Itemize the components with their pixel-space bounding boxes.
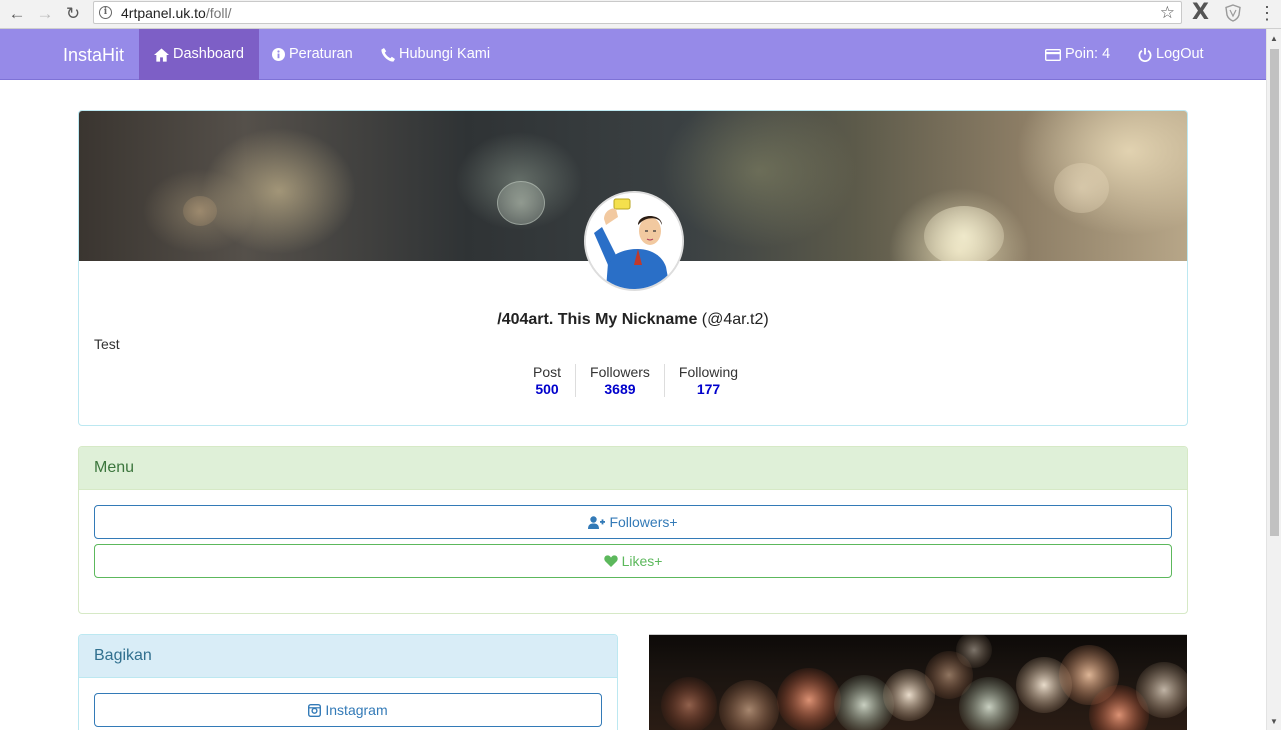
back-arrow-icon[interactable]: ← (6, 3, 28, 25)
browser-menu-icon[interactable]: ⋮ (1258, 2, 1276, 24)
top-navbar: InstaHit Dashboard Peraturan Hubungi Kam… (0, 29, 1266, 80)
scroll-up-icon[interactable]: ▲ (1270, 34, 1278, 43)
reload-icon[interactable]: ↻ (62, 3, 84, 25)
menu-panel: Menu Followers+ Likes+ (78, 446, 1188, 614)
menu-panel-title: Menu (79, 447, 1187, 490)
instagram-icon (308, 703, 322, 717)
profile-panel: /404art. This My Nickname (@4ar.t2) Test… (78, 110, 1188, 426)
share-panel: Bagikan Instagram (78, 634, 618, 730)
likes-plus-label: Likes+ (621, 553, 663, 569)
scrollbar-thumb[interactable] (1270, 49, 1279, 536)
display-name: /404art. This My Nickname (497, 311, 698, 328)
logout-label: LogOut (1156, 46, 1204, 62)
forward-arrow-icon[interactable]: → (34, 3, 56, 25)
stat-followers: Followers 3689 (575, 364, 664, 397)
nav-points[interactable]: Poin: 4 (1030, 29, 1125, 80)
address-bar[interactable]: i 4rtpanel.uk.to/foll/ ☆ (93, 1, 1182, 24)
address-url[interactable]: 4rtpanel.uk.to/foll/ (121, 5, 232, 21)
instagram-label: Instagram (325, 702, 388, 718)
extension-x-icon[interactable]: X (1192, 0, 1209, 25)
nav-peraturan[interactable]: Peraturan (257, 29, 368, 80)
stat-following: Following 177 (663, 364, 752, 397)
home-icon (154, 47, 169, 62)
scroll-down-icon[interactable]: ▼ (1270, 717, 1278, 726)
username: (@4ar.t2) (701, 311, 769, 328)
user-plus-icon (588, 515, 606, 529)
page-scrollbar[interactable]: ▲ ▼ (1266, 29, 1281, 730)
bookmark-star-icon[interactable]: ☆ (1160, 3, 1175, 23)
profile-stats: Post 500 Followers 3689 Following 177 (519, 364, 752, 397)
nav-hubungi-kami-label: Hubungi Kami (399, 46, 491, 62)
extension-shield-icon[interactable] (1225, 4, 1241, 25)
site-info-icon[interactable]: i (99, 6, 112, 19)
profile-avatar[interactable] (584, 191, 684, 291)
points-label: Poin: 4 (1065, 46, 1111, 62)
power-icon (1138, 47, 1152, 62)
phone-icon (381, 47, 395, 62)
credit-card-icon (1045, 48, 1061, 61)
stat-value: 500 (535, 381, 559, 397)
followers-plus-label: Followers+ (609, 514, 678, 530)
bokeh-photo (649, 634, 1187, 730)
nav-logout[interactable]: LogOut (1123, 29, 1219, 80)
stat-post: Post 500 (519, 364, 575, 397)
followers-plus-button[interactable]: Followers+ (94, 505, 1172, 539)
nav-peraturan-label: Peraturan (289, 46, 353, 62)
profile-name: /404art. This My Nickname (@4ar.t2) (79, 311, 1187, 329)
stat-label: Followers (590, 364, 650, 380)
brand-logo[interactable]: InstaHit (63, 45, 124, 66)
nav-dashboard-label: Dashboard (173, 46, 244, 62)
likes-plus-button[interactable]: Likes+ (94, 544, 1172, 578)
browser-toolbar: ← → ↻ i 4rtpanel.uk.to/foll/ ☆ X ⋮ (0, 0, 1281, 29)
instagram-share-button[interactable]: Instagram (94, 693, 602, 727)
profile-bio: Test (94, 336, 120, 352)
stat-value: 177 (696, 381, 721, 397)
share-panel-title: Bagikan (79, 635, 617, 678)
heart-icon (603, 555, 618, 567)
stat-label: Following (678, 364, 739, 380)
nav-hubungi-kami[interactable]: Hubungi Kami (366, 29, 505, 80)
stat-value: 3689 (604, 381, 636, 397)
nav-dashboard[interactable]: Dashboard (139, 29, 259, 80)
stat-label: Post (533, 364, 562, 380)
info-icon (272, 48, 285, 61)
